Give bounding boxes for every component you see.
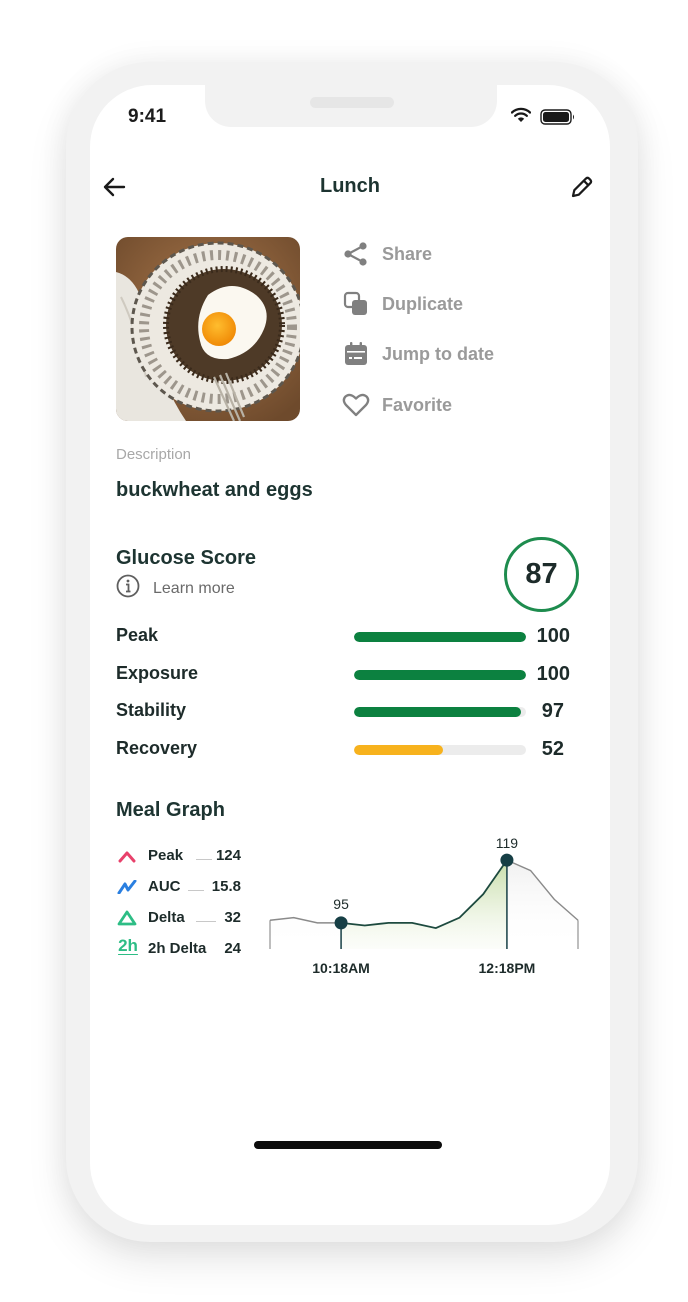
share-icon [342,240,370,268]
legend-auc-value: 15.8 [211,878,241,895]
battery-icon [540,109,576,130]
metric-value: 52 [541,738,564,760]
metric-bar [354,632,526,642]
auc-icon [116,877,138,897]
metric-value: 97 [541,700,564,722]
speaker [310,97,394,108]
meal-graph-chart[interactable]: 95 119 10:18AM 12:18PM [266,837,586,977]
legend-2h-delta-name: 2h Delta [148,940,207,957]
calendar-icon [342,340,370,368]
metric-bar-fill [354,670,526,680]
glucose-score-badge: 87 [504,537,579,612]
peak-icon [116,846,138,866]
x-tick-label-start: 10:18AM [312,960,370,976]
end-marker-dot [500,853,514,867]
legend-delta-name: Delta [148,909,185,926]
legend-auc-name: AUC [148,878,181,895]
favorite-label: Favorite [382,394,453,415]
legend-peak: Peak 124 [116,845,241,867]
legend-dash [196,859,212,860]
duplicate-button[interactable]: Duplicate [342,289,542,319]
metric-name: Stability [116,700,187,720]
learn-more-label: Learn more [153,579,235,597]
graph-area-highlight [341,860,507,949]
metric-value: 100 [536,663,570,685]
metric-bar [354,670,526,680]
jump-to-date-button[interactable]: Jump to date [342,339,542,369]
description-value: buckwheat and eggs [116,479,313,501]
duplicate-label: Duplicate [382,293,464,314]
info-icon [116,574,140,603]
x-tick-label-end: 12:18PM [479,960,536,976]
start-marker-label: 95 [333,896,349,912]
legend-dash [196,921,216,922]
legend-2h-delta-value: 24 [224,940,241,957]
score-metric-stability: Stability 97 [116,700,576,724]
status-time: 9:41 [128,106,167,127]
legend-2h-delta: 2h 2h Delta 24 [116,936,241,960]
metric-bar-fill [354,745,444,755]
score-metric-peak: Peak 100 [116,625,576,649]
delta-icon [116,908,138,928]
metric-bar-fill [354,632,526,642]
notch [205,85,497,127]
heart-icon [342,391,370,419]
description-label: Description [116,446,192,463]
favorite-button[interactable]: Favorite [342,390,542,420]
metric-name: Exposure [116,663,199,683]
legend-peak-value: 124 [215,847,241,864]
legend-delta: Delta 32 [116,907,241,929]
metric-bar-fill [354,707,521,717]
two-hour-icon: 2h [118,936,138,955]
score-metric-recovery: Recovery 52 [116,738,576,762]
legend-auc: AUC 15.8 [116,876,241,898]
metric-bar [354,745,526,755]
glucose-score-title: Glucose Score [116,547,257,569]
duplicate-icon [342,290,370,318]
end-marker-label: 119 [496,837,519,851]
metric-name: Recovery [116,738,198,758]
home-indicator[interactable] [254,1141,442,1149]
legend-peak-name: Peak [148,847,184,864]
pencil-icon[interactable] [570,175,594,204]
jump-to-date-label: Jump to date [382,343,495,364]
share-label: Share [382,243,433,264]
share-button[interactable]: Share [342,239,542,269]
meal-graph-title: Meal Graph [116,799,225,821]
wifi-icon [510,107,532,128]
phone-screen: 9:41 Lunch Share Duplicate Jump to date … [90,85,610,1225]
metric-name: Peak [116,625,159,645]
legend-dash [188,890,204,891]
metric-bar [354,707,526,717]
meal-photo[interactable] [116,237,300,421]
legend-delta-value: 32 [224,909,241,926]
page-title: Lunch [320,175,380,197]
learn-more-link[interactable]: Learn more [116,574,235,603]
score-metric-exposure: Exposure 100 [116,663,576,687]
start-marker-dot [334,916,348,930]
metric-value: 100 [536,625,570,647]
